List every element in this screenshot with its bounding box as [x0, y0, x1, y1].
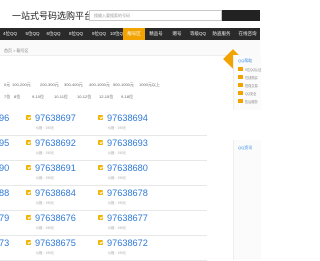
breadcrumb: 首页 > 靓号区 [4, 48, 29, 53]
qq-number[interactable]: 97638680 [107, 163, 148, 173]
sidebar-link[interactable]: 在线购买 [245, 75, 258, 80]
number-price: 价格：190元 [36, 126, 55, 130]
number-price: 价格：190元 [108, 151, 127, 155]
length-filter-option[interactable]: 8位 [14, 92, 20, 102]
price-filter-option[interactable]: 0元 [4, 80, 10, 90]
price-filter-option[interactable]: 500-1000元 [113, 80, 134, 90]
check-icon [98, 165, 103, 170]
number-price: 价格：190元 [108, 201, 127, 205]
qq-number[interactable]: 96 [0, 113, 9, 123]
main-nav: 4位QQ 5位QQ 6位QQ 8位QQ 9位QQ 10位QQ 靓号区 精品号 赠号 等级QQ 防盗服… [0, 28, 260, 40]
qq-number[interactable]: 88 [0, 188, 9, 198]
check-icon [26, 240, 31, 245]
nav-item-7[interactable]: 精品号 [146, 28, 166, 40]
qq-number[interactable]: 97638694 [107, 113, 148, 123]
price-filter-option[interactable]: 100-200元 [12, 80, 31, 90]
nav-item-5[interactable]: 10位QQ [110, 28, 127, 40]
row-divider [0, 135, 207, 136]
row-divider [0, 210, 207, 211]
sidebar-news-panel: QQ资讯 [233, 140, 261, 260]
length-filter-option[interactable]: 10-12位 [77, 92, 91, 102]
sidebar-bullet-icon [238, 75, 243, 79]
length-filter-option[interactable]: 9-18位 [121, 92, 133, 102]
breadcrumb-bar: 首页 > 靓号区 [0, 40, 260, 56]
search-input[interactable]: 搜输入要搜索的号码 [94, 11, 130, 20]
length-filter-option[interactable]: 12-15位 [99, 92, 113, 102]
number-price: 价格：190元 [108, 251, 127, 255]
length-filter-option[interactable]: 9-10位 [32, 92, 44, 102]
length-filter-option[interactable]: 10-11位 [54, 92, 68, 102]
price-filter-option[interactable]: 300-400元 [64, 80, 83, 90]
check-icon [98, 240, 103, 245]
nav-item-8[interactable]: 赠号 [167, 28, 187, 40]
check-icon [98, 115, 103, 120]
nav-item-2[interactable]: 6位QQ [43, 28, 64, 40]
price-filter-option[interactable]: 400-1000元 [89, 80, 110, 90]
check-icon [98, 215, 103, 220]
sidebar-heading-news: QQ资讯 [238, 145, 253, 150]
qq-number[interactable]: 97638672 [107, 238, 148, 248]
check-icon [98, 190, 103, 195]
qq-number[interactable]: 97638677 [107, 213, 148, 223]
sidebar-bullet-icon [238, 91, 243, 95]
number-price: 价格：190元 [36, 151, 55, 155]
sidebar-bullet-icon [238, 99, 243, 103]
check-icon [26, 190, 31, 195]
sidebar-link[interactable]: 担保交易 [245, 83, 258, 88]
qq-number[interactable]: 97638691 [35, 163, 76, 173]
number-price: 价格：190元 [108, 126, 127, 130]
check-icon [26, 140, 31, 145]
qq-number[interactable]: 97638676 [35, 213, 76, 223]
row-divider [0, 235, 207, 236]
number-price: 价格：190元 [36, 176, 55, 180]
nav-item-6[interactable]: 靓号区 [123, 28, 145, 40]
row-divider [0, 160, 207, 161]
sidebar-link[interactable]: 售后服务 [245, 99, 258, 104]
qq-number[interactable]: 97638678 [107, 188, 148, 198]
top-header: 一站式号码选购平台 搜输入要搜索的号码 [0, 0, 260, 28]
sidebar-bullet-icon [238, 67, 243, 71]
row-divider [0, 185, 207, 186]
check-icon [26, 115, 31, 120]
qq-number[interactable]: 97638684 [35, 188, 76, 198]
nav-item-11[interactable]: 在线咨询 [235, 28, 260, 40]
length-filter-option[interactable]: 7位 [4, 92, 10, 102]
qq-number[interactable]: 79 [0, 213, 9, 223]
number-price: 价格：190元 [108, 176, 127, 180]
sidebar-link[interactable]: QQ安全 [245, 91, 256, 96]
check-icon [98, 140, 103, 145]
number-price: 价格：190元 [36, 201, 55, 205]
search-box[interactable]: 搜输入要搜索的号码 [89, 10, 222, 21]
price-filter-option[interactable]: 1000元以上 [139, 80, 160, 90]
qq-number[interactable]: 97638692 [35, 138, 76, 148]
qq-number[interactable]: 73 [0, 238, 9, 248]
number-price: 价格：190元 [36, 251, 55, 255]
qq-number[interactable]: 97638675 [35, 238, 76, 248]
search-button[interactable] [222, 10, 260, 21]
nav-item-0[interactable]: 4位QQ [0, 28, 20, 40]
sidebar-bullet-icon [238, 83, 243, 87]
sidebar-help-panel: QQ帮助 9位QQ认证 在线购买担保交易 QQ安全售后服务 [233, 55, 261, 110]
number-price: 价格：190元 [36, 226, 55, 230]
qq-number[interactable]: 97638697 [35, 113, 76, 123]
sidebar-link[interactable]: 9位QQ认证 [245, 67, 261, 72]
nav-item-3[interactable]: 8位QQ [65, 28, 87, 40]
number-grid: 96 97638697 价格：190元 97638694 价格：190元 95 976386… [0, 103, 210, 261]
nav-item-9[interactable]: 等级QQ [188, 28, 208, 40]
sidebar-heading: QQ帮助 [238, 58, 253, 63]
qq-number[interactable]: 95 [0, 138, 9, 148]
number-price: 价格：190元 [108, 226, 127, 230]
qq-number[interactable]: 97638693 [107, 138, 148, 148]
check-icon [26, 215, 31, 220]
nav-item-4[interactable]: 9位QQ [88, 28, 110, 40]
check-icon [26, 165, 31, 170]
price-filter-option[interactable]: 200-300元 [40, 80, 59, 90]
site-title: 一站式号码选购平台 [12, 11, 94, 21]
nav-item-10[interactable]: 防盗服务 [209, 28, 234, 40]
qq-number[interactable]: 90 [0, 163, 9, 173]
nav-item-1[interactable]: 5位QQ [22, 28, 43, 40]
